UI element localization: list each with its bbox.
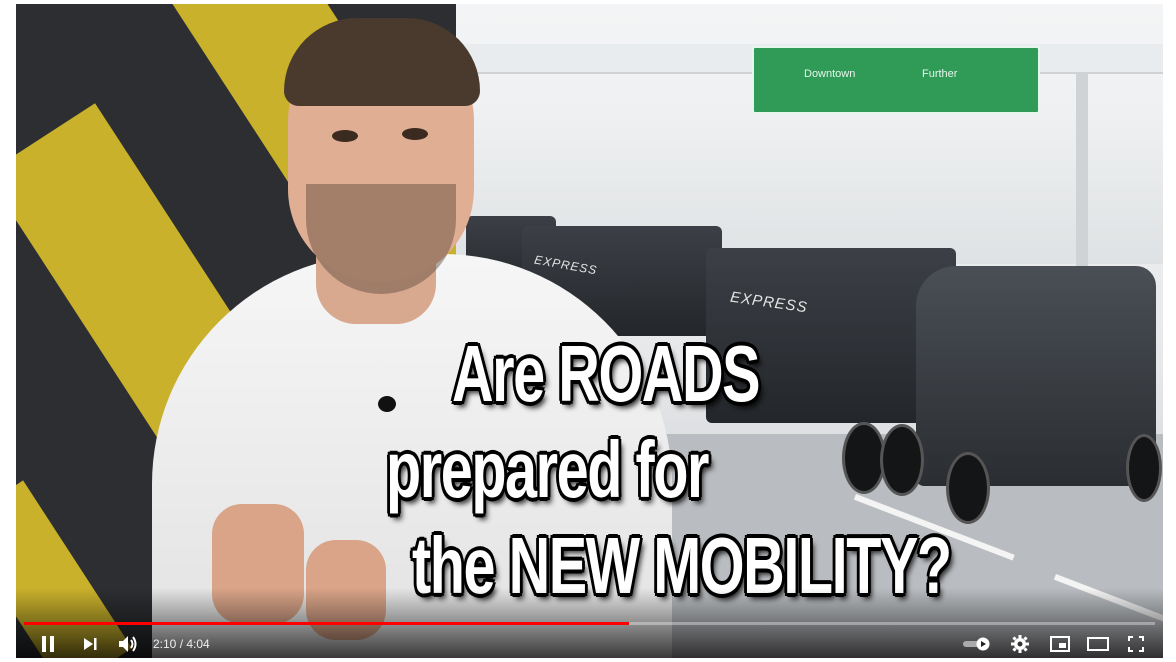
autoplay-toggle[interactable] xyxy=(962,630,992,658)
fullscreen-icon xyxy=(1128,636,1144,652)
lapel-microphone xyxy=(378,396,396,412)
autoplay-toggle-icon xyxy=(963,637,990,651)
truck-wheel xyxy=(1126,434,1162,502)
theater-mode-button[interactable] xyxy=(1084,630,1112,658)
video-player[interactable]: Downtown Further EXPRESS EXPRESS Are ROA xyxy=(16,4,1163,658)
highway-sign: Downtown Further xyxy=(752,46,1040,114)
presenter-eye xyxy=(332,130,358,142)
next-icon xyxy=(84,638,97,650)
video-frame: Downtown Further EXPRESS EXPRESS Are ROA xyxy=(16,4,1163,658)
title-line-2: prepared for xyxy=(386,425,709,514)
player-controls: 2:10 / 4:04 xyxy=(16,630,1163,658)
theater-mode-icon xyxy=(1087,637,1109,651)
truck-label: EXPRESS xyxy=(533,252,599,278)
pause-icon xyxy=(42,636,54,652)
miniplayer-icon xyxy=(1050,636,1070,652)
next-button[interactable] xyxy=(76,630,104,658)
settings-button[interactable] xyxy=(1006,630,1034,658)
volume-icon xyxy=(119,636,137,652)
sign-pole xyxy=(1076,74,1088,274)
title-line-1: Are ROADS xyxy=(452,329,761,418)
sign-destination-right: Further xyxy=(922,68,958,80)
volume-button[interactable] xyxy=(114,630,142,658)
miniplayer-button[interactable] xyxy=(1046,630,1074,658)
presenter-eye xyxy=(402,128,428,140)
time-display: 2:10 / 4:04 xyxy=(153,637,210,651)
pause-button[interactable] xyxy=(34,630,62,658)
truck-wheel xyxy=(880,424,924,496)
truck-wheel xyxy=(946,452,990,524)
truck-label: EXPRESS xyxy=(729,288,809,317)
sign-destination-left: Downtown xyxy=(804,68,856,80)
progress-played xyxy=(24,622,630,625)
progress-bar[interactable] xyxy=(24,622,1155,625)
truck-cab xyxy=(916,266,1156,486)
gear-icon xyxy=(1011,635,1029,653)
fullscreen-button[interactable] xyxy=(1122,630,1150,658)
